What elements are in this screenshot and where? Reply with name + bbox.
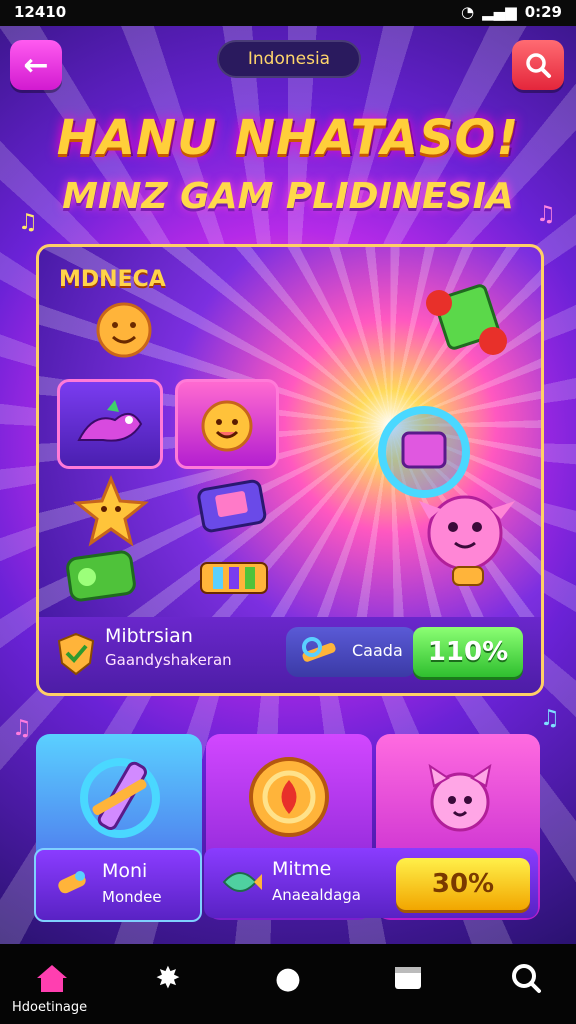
search-icon — [512, 964, 541, 993]
green-gem-icon — [66, 550, 136, 602]
star-character-icon — [73, 475, 149, 547]
game-screen: ← Indonesia HANU NHATASO! MINZ GAM PLIDI… — [0, 26, 576, 944]
bottom-bar: Moni Mondee Mitme Anaealdaga 30% — [34, 848, 538, 922]
chip-label: Caada — [352, 641, 403, 660]
mitme-card[interactable]: Mitme Anaealdaga 30% — [204, 848, 538, 918]
music-note-icon: ♫ — [12, 716, 32, 741]
search-icon — [526, 53, 551, 78]
gold-medallion-icon — [249, 757, 329, 837]
nav-home-label: Hdoetinage — [12, 1000, 88, 1015]
search-button[interactable] — [512, 40, 564, 90]
fish-icon — [222, 872, 262, 892]
phone-block-icon — [197, 479, 267, 533]
music-note-icon: ♫ — [18, 210, 38, 235]
green-cube-icon — [426, 284, 507, 355]
signal-icon: ▂▄▆ — [482, 3, 517, 21]
region-pill[interactable]: Indonesia — [217, 40, 361, 78]
shield-badge-icon — [57, 632, 95, 676]
nav-play[interactable]: ● — [268, 958, 308, 998]
pink-creature-icon — [419, 495, 515, 586]
rainbow-block-icon — [200, 562, 268, 594]
window-icon — [395, 967, 421, 989]
clock: 0:29 — [524, 3, 562, 21]
percent-button[interactable]: 30% — [396, 858, 530, 910]
bottom-nav: Hdoetinage ✸ ● — [0, 944, 576, 1024]
footer-title: Mibtrsian — [105, 625, 193, 647]
sun-smiley-icon — [96, 302, 152, 358]
nav-home[interactable] — [32, 958, 72, 998]
music-note-icon: ♫ — [540, 706, 560, 731]
monster-sticker[interactable] — [175, 379, 279, 469]
card-footer: Mibtrsian Gaandyshakeran Caada 110% — [39, 617, 541, 693]
dragon-icon — [77, 400, 143, 442]
arrow-left-icon: ← — [23, 47, 49, 83]
mitme-subtitle: Anaealdaga — [272, 886, 361, 904]
magic-wand-icon — [80, 758, 160, 838]
nav-library[interactable] — [388, 958, 428, 998]
status-time: 12410 — [14, 3, 67, 21]
status-bar: 12410 ◔ ▂▄▆ 0:29 — [0, 0, 576, 26]
music-note-icon: ♫ — [536, 202, 556, 227]
moni-title: Moni — [102, 860, 148, 882]
nav-search[interactable] — [506, 958, 546, 998]
back-button[interactable]: ← — [10, 40, 62, 90]
status-icons: ◔ ▂▄▆ 0:29 — [461, 3, 562, 21]
home-icon — [37, 965, 67, 992]
card-label: MDNECA — [59, 267, 166, 292]
tools-icon — [302, 637, 336, 662]
category-chip[interactable]: Caada — [286, 627, 416, 677]
featured-card[interactable]: MDNECA Mibtrsian Gaandyshakeran Caada 11… — [36, 244, 544, 696]
nav-favorites[interactable]: ✸ — [148, 958, 188, 998]
moni-subtitle: Mondee — [102, 888, 162, 906]
dragon-sticker[interactable] — [57, 379, 163, 469]
wifi-icon: ◔ — [460, 3, 475, 21]
progress-button[interactable]: 110% — [413, 627, 523, 677]
pink-pet-icon — [428, 763, 492, 832]
mitme-title: Mitme — [272, 858, 332, 880]
star-icon: ✸ — [155, 960, 181, 996]
happy-monster-icon — [201, 400, 253, 452]
moni-card[interactable]: Moni Mondee — [34, 848, 202, 922]
rocket-icon — [58, 871, 86, 894]
page-subtitle: MINZ GAM PLIDINESIA — [62, 176, 514, 217]
page-title: HANU NHATASO! — [56, 110, 520, 166]
footer-subtitle: Gaandyshakeran — [105, 651, 232, 669]
circle-icon: ● — [274, 960, 302, 996]
